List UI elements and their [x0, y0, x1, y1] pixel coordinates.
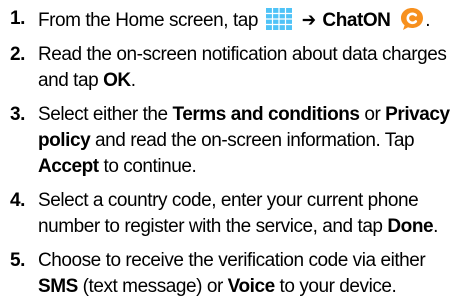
step-text: . [130, 70, 136, 91]
step-2: 2. Read the on-screen notification about … [4, 42, 468, 94]
step-5: 5. Choose to receive the verification cod… [4, 248, 468, 300]
step-number: 1. [10, 8, 25, 29]
step-bold: Voice [227, 276, 275, 297]
step-text: . [433, 216, 438, 237]
chaton-icon [401, 8, 424, 30]
step-text: Read the on-screen notification about da… [38, 44, 447, 91]
step-text: From the Home screen, tap [38, 10, 259, 31]
instruction-page: 1. From the Home screen, tap ➔ ChatON . [0, 0, 472, 306]
step-number: 2. [10, 44, 25, 65]
arrow-icon: ➔ [301, 10, 316, 31]
step-text: . [425, 10, 431, 31]
step-bold: Terms and conditions [172, 104, 360, 125]
step-number: 3. [10, 104, 25, 125]
step-bold: Accept [38, 156, 99, 177]
step-text: or [359, 104, 386, 125]
step-number: 4. [10, 190, 25, 211]
step-3: 3. Select either the Terms and conditions… [4, 102, 468, 180]
step-text: Select a country code, enter your curren… [38, 190, 419, 237]
step-text: (text message) or [77, 276, 228, 297]
step-bold: OK [103, 70, 131, 91]
step-1: 1. From the Home screen, tap ➔ ChatON . [4, 6, 468, 34]
step-number: 5. [10, 250, 25, 271]
apps-grid-icon [265, 8, 292, 30]
step-text: and read the on-screen information. Tap [90, 130, 415, 151]
step-text: Choose to receive the verification code … [38, 250, 426, 271]
step-bold: Done [387, 216, 434, 237]
step-bold: SMS [38, 276, 78, 297]
step-text: to continue. [98, 156, 197, 177]
step-text: Select either the [38, 104, 168, 125]
step-text: to your device. [274, 276, 397, 297]
steps-list: 1. From the Home screen, tap ➔ ChatON . [4, 6, 468, 300]
step-bold: ChatON [322, 10, 391, 31]
step-4: 4. Select a country code, enter your curr… [4, 188, 468, 240]
